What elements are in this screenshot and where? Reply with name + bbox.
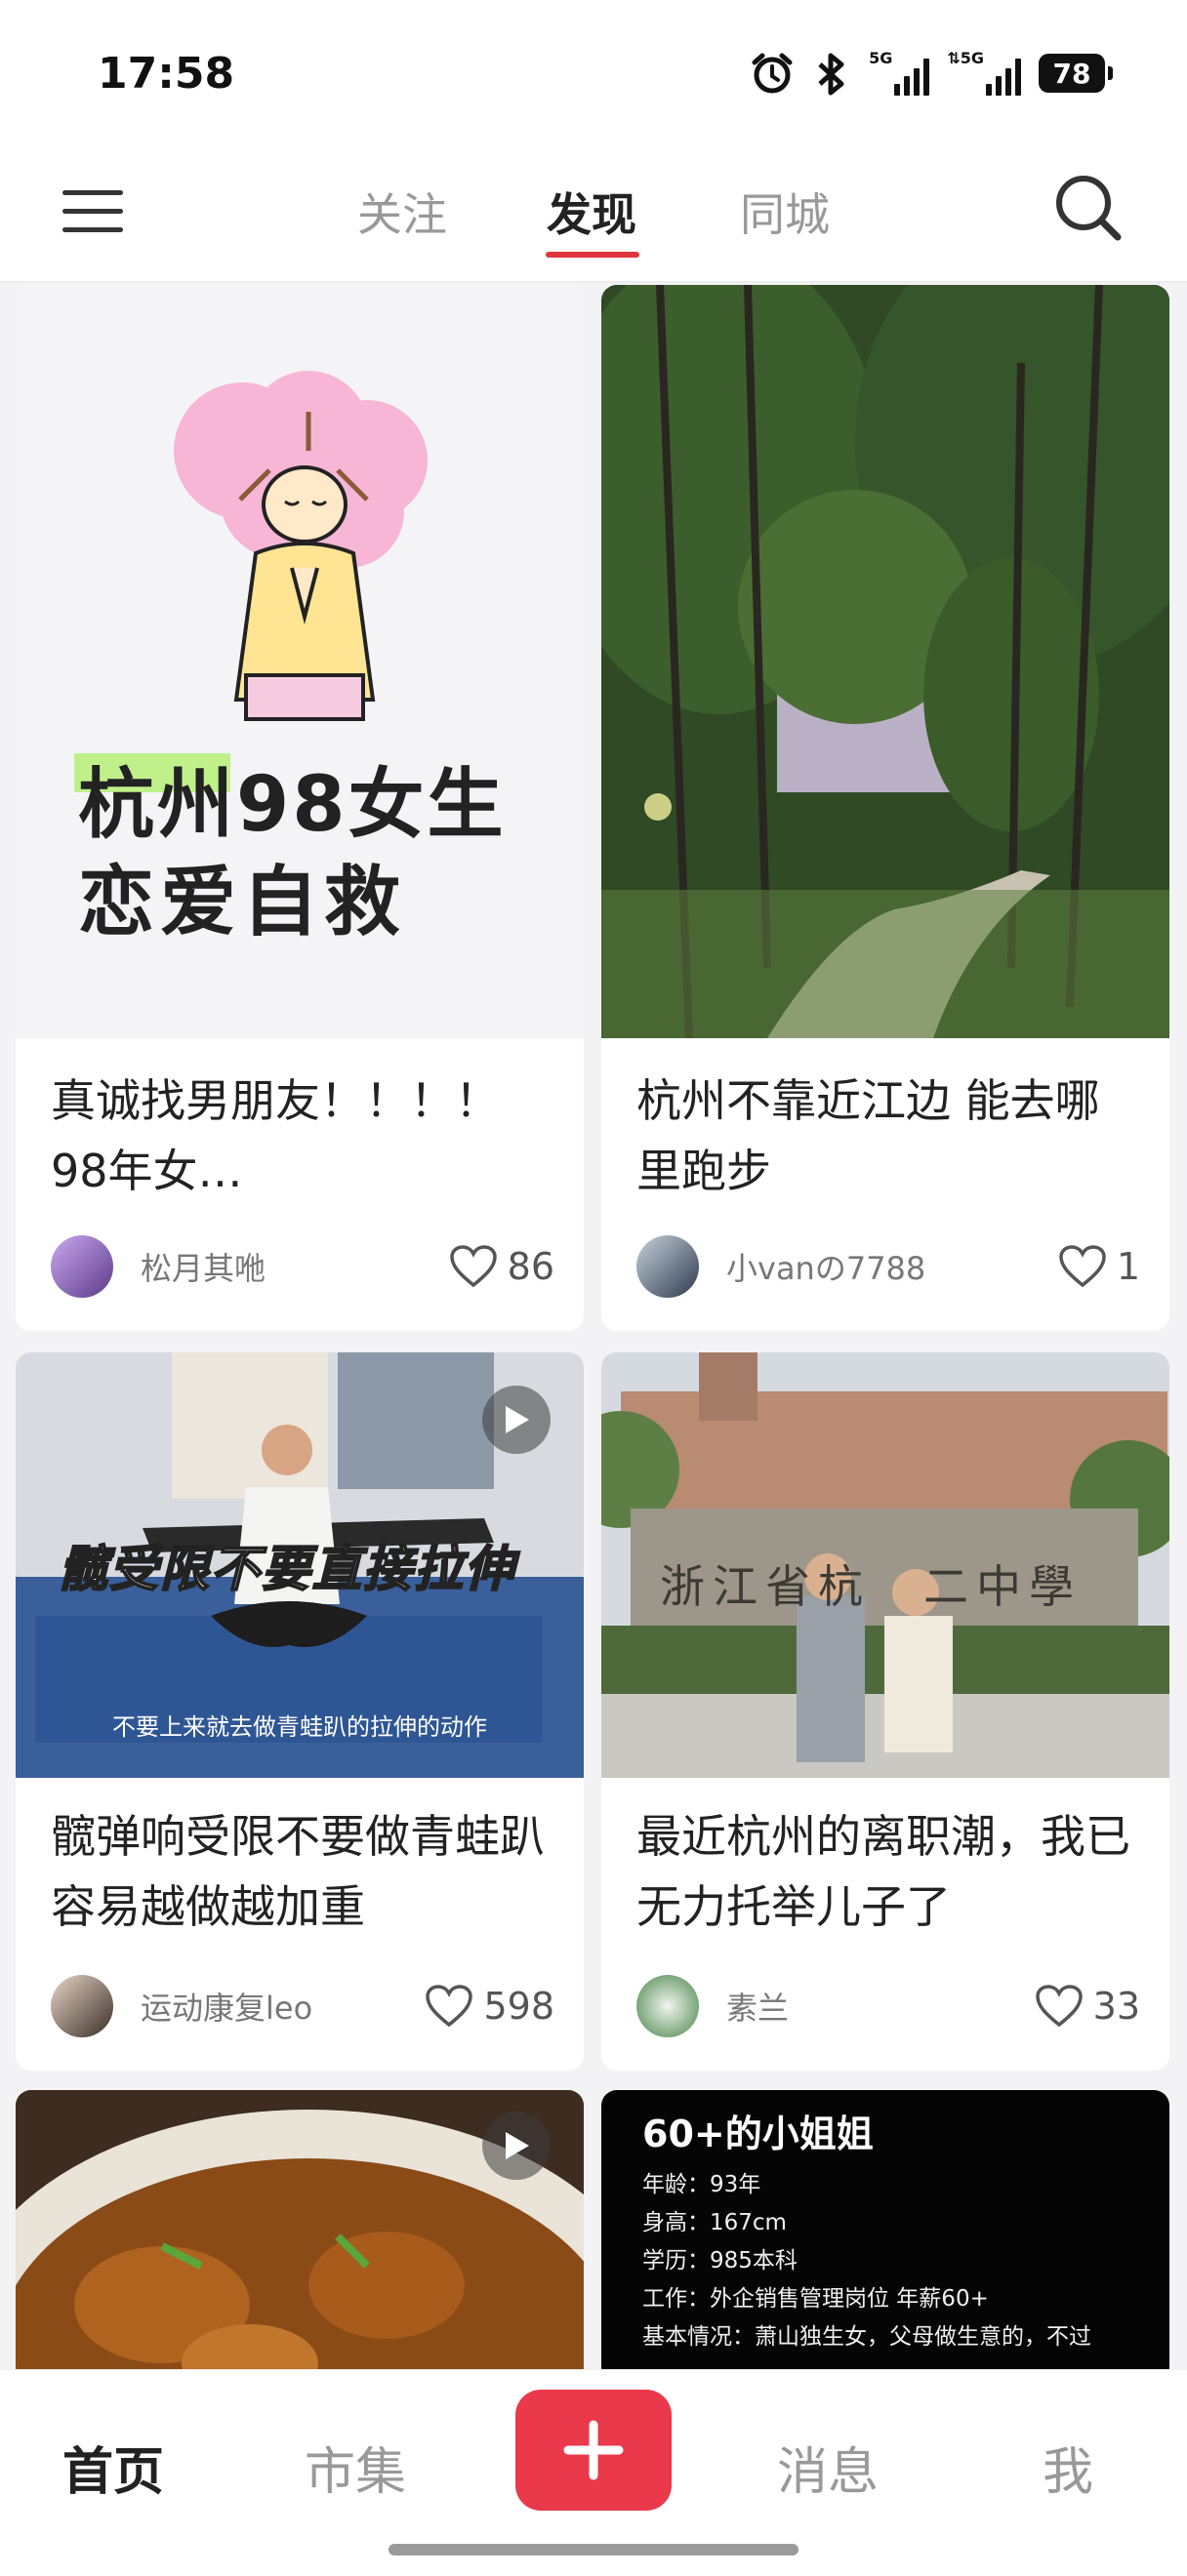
play-icon[interactable] xyxy=(482,1386,551,1454)
like-button[interactable]: 598 xyxy=(425,1984,554,2029)
network-label-2: ⇅5G xyxy=(947,49,984,67)
author-name[interactable]: 运动康复leo xyxy=(141,1984,425,2029)
like-count: 33 xyxy=(1092,1985,1140,2028)
card-title: 髋弹响受限不要做青蛙趴容易越做越加重 xyxy=(51,1810,545,1933)
like-button[interactable]: 1 xyxy=(1058,1244,1140,1289)
info-line: 年龄：93年 xyxy=(642,2172,761,2197)
cover-text-line-1: 杭州98女生 xyxy=(78,761,507,849)
signal-icon: 5G xyxy=(869,49,930,96)
nav-home[interactable]: 首页 xyxy=(62,2431,164,2504)
bottom-navigation: 首页 市集 消息 我 xyxy=(0,2369,1187,2576)
status-bar: 17:58 5G ⇅5G 78 xyxy=(0,0,1187,146)
status-icons: 5G ⇅5G 78 xyxy=(750,49,1113,96)
app-root: 17:58 5G ⇅5G 78 关注 发现 同城 杭州98女生 恋爱自救 真诚找… xyxy=(0,0,1187,2576)
cover-text-line-2: 恋爱自救 xyxy=(78,859,407,946)
card-cover-image xyxy=(601,285,1169,1038)
card-title: 最近杭州的离职潮，我已无力托举儿子了 xyxy=(636,1810,1130,1933)
bluetooth-icon xyxy=(812,51,851,96)
card-meta: 松月其咃 86 xyxy=(51,1235,554,1298)
avatar[interactable] xyxy=(636,1235,699,1298)
info-line: 工作：外企销售管理岗位 年薪60+ xyxy=(642,2286,989,2312)
feed-card[interactable]: 杭州不靠近江边 能去哪里跑步 小vanの7788 1 xyxy=(601,285,1169,1331)
tab-follow[interactable]: 关注 xyxy=(357,180,447,244)
menu-icon[interactable] xyxy=(62,181,123,240)
battery-icon: 78 xyxy=(1039,54,1113,93)
info-line: 身高：167cm xyxy=(642,2210,787,2235)
avatar[interactable] xyxy=(636,1975,699,2037)
plus-icon xyxy=(563,2420,624,2480)
play-icon[interactable] xyxy=(482,2112,551,2180)
nav-messages[interactable]: 消息 xyxy=(777,2431,879,2504)
author-name[interactable]: 素兰 xyxy=(726,1984,1035,2029)
info-line: 基本情况：萧山独生女，父母做生意的，不过 xyxy=(642,2324,1091,2350)
feed-card[interactable]: 髋受限不要直接拉伸 不要上来就去做青蛙趴的拉伸的动作 髋弹响受限不要做青蛙趴容易… xyxy=(16,1352,584,2071)
like-button[interactable]: 86 xyxy=(449,1244,554,1289)
card-title: 真诚找男朋友！！！！98年女… xyxy=(51,1074,500,1197)
feed-card[interactable]: 杭州98女生 恋爱自救 真诚找男朋友！！！！98年女… 松月其咃 86 xyxy=(16,285,584,1331)
search-icon[interactable] xyxy=(1054,174,1123,242)
tab-discover[interactable]: 发现 xyxy=(547,180,636,244)
avatar[interactable] xyxy=(51,1975,113,2037)
card-cover-image: 浙江省杭 二中學 xyxy=(601,1352,1169,1778)
like-count: 1 xyxy=(1116,1245,1140,1288)
top-navigation: 关注 发现 同城 xyxy=(0,146,1187,283)
cover-info-lines: 年龄：93年 身高：167cm 学历：985本科 工作：外企销售管理岗位 年薪6… xyxy=(642,2166,1091,2356)
forest-path-photo xyxy=(601,285,1169,1038)
heart-icon xyxy=(426,1985,473,2028)
nav-me[interactable]: 我 xyxy=(1043,2431,1093,2504)
like-button[interactable]: 33 xyxy=(1035,1984,1140,2029)
heart-icon xyxy=(1035,1985,1083,2028)
network-label-1: 5G xyxy=(869,49,893,67)
author-name[interactable]: 小vanの7788 xyxy=(726,1244,1058,1289)
heart-icon xyxy=(1059,1245,1106,1288)
cover-caption: 髋受限不要直接拉伸 xyxy=(58,1540,515,1598)
cover-subtitle: 不要上来就去做青蛙趴的拉伸的动作 xyxy=(112,1713,487,1741)
card-cover-image: 杭州98女生 恋爱自救 xyxy=(16,285,584,1038)
like-count: 86 xyxy=(507,1245,554,1288)
card-meta: 运动康复leo 598 xyxy=(51,1975,554,2037)
feed-card[interactable]: 60+的小姐姐 年龄：93年 身高：167cm 学历：985本科 工作：外企销售… xyxy=(601,2090,1169,2383)
card-title: 杭州不靠近江边 能去哪里跑步 xyxy=(636,1074,1100,1197)
card-meta: 小vanの7788 1 xyxy=(636,1235,1140,1298)
publish-button[interactable] xyxy=(515,2390,672,2511)
alarm-icon xyxy=(750,51,795,96)
cover-sign-text: 浙江省杭 二中學 xyxy=(660,1560,1082,1613)
avatar[interactable] xyxy=(51,1235,113,1298)
author-name[interactable]: 松月其咃 xyxy=(141,1244,449,1289)
home-indicator[interactable] xyxy=(389,2544,798,2556)
tab-local[interactable]: 同城 xyxy=(740,180,830,244)
cover-heading: 60+的小姐姐 xyxy=(642,2113,874,2155)
nav-market[interactable]: 市集 xyxy=(305,2431,406,2504)
info-line: 学历：985本科 xyxy=(642,2248,798,2274)
status-time: 17:58 xyxy=(98,49,235,99)
feed-card[interactable] xyxy=(16,2090,584,2383)
feed-card[interactable]: 浙江省杭 二中學 最近杭州的离职潮，我已无力托举儿子了 素兰 33 xyxy=(601,1352,1169,2071)
card-cover-image xyxy=(16,2090,584,2383)
signal-icon-2: ⇅5G xyxy=(947,51,1021,96)
like-count: 598 xyxy=(483,1985,554,2028)
card-cover-image: 髋受限不要直接拉伸 不要上来就去做青蛙趴的拉伸的动作 xyxy=(16,1352,584,1778)
active-tab-underline xyxy=(546,252,639,258)
heart-icon xyxy=(449,1245,497,1288)
card-meta: 素兰 33 xyxy=(636,1975,1140,2037)
